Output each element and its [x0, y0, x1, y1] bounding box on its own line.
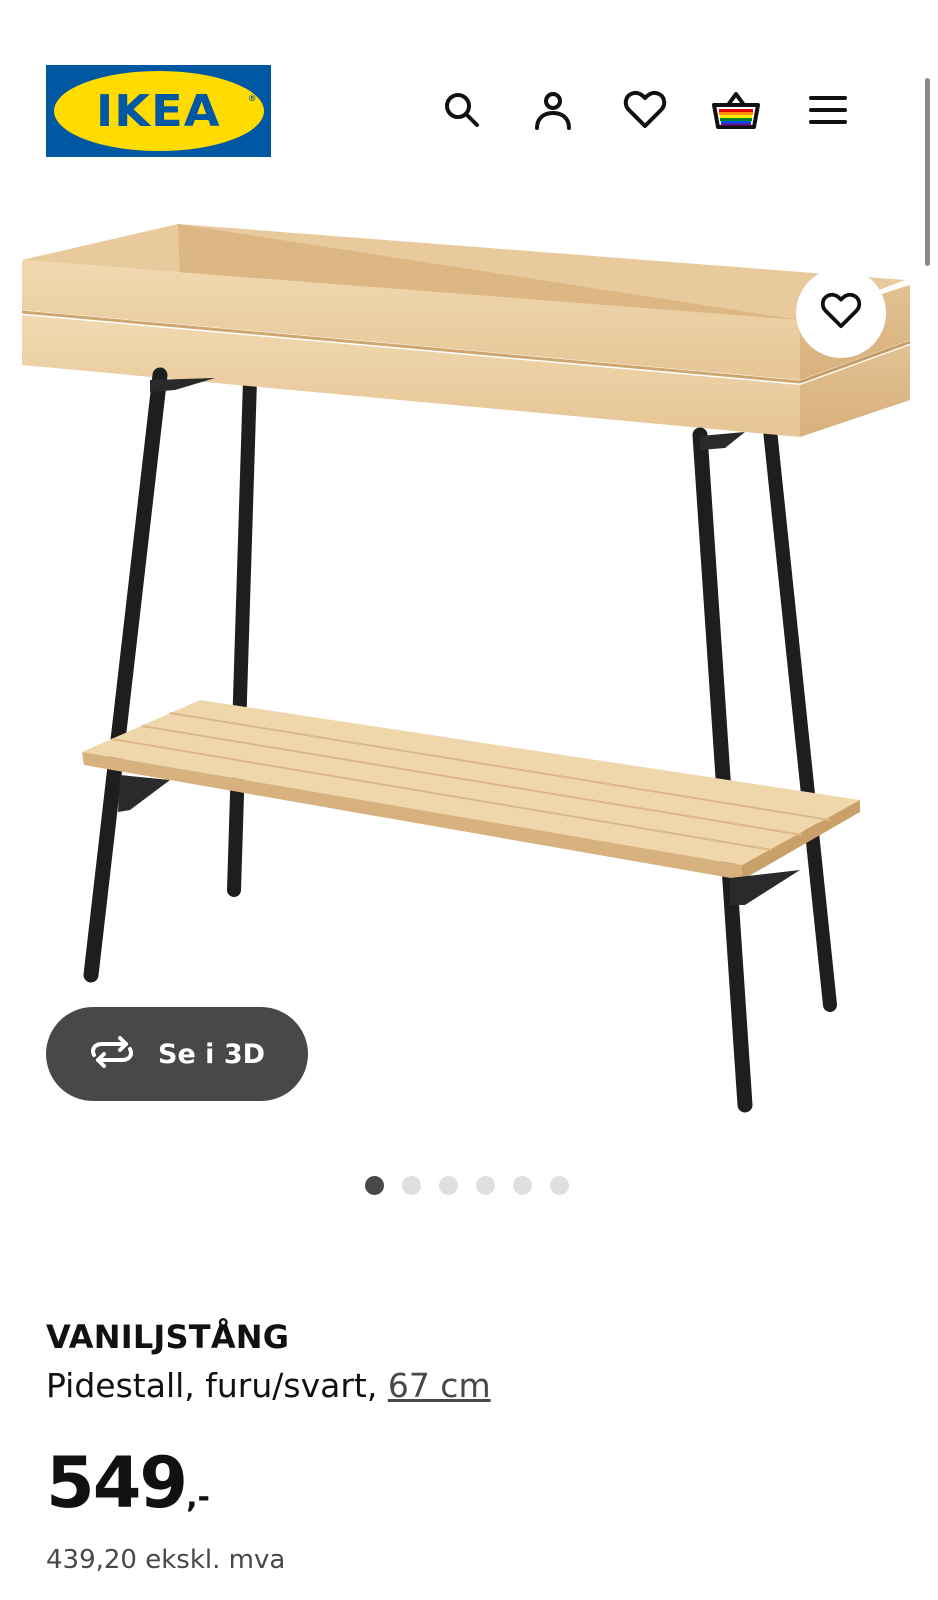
favourites-heart-icon[interactable] — [619, 84, 671, 136]
add-to-favourites-button[interactable] — [796, 268, 886, 358]
shopping-bag-icon[interactable] — [710, 84, 762, 136]
account-icon[interactable] — [527, 84, 579, 136]
ikea-logo[interactable]: IKEA ® — [46, 65, 271, 157]
carousel-dot-3[interactable] — [439, 1176, 458, 1195]
carousel-dot-5[interactable] — [513, 1176, 532, 1195]
rotate-3d-icon — [88, 1035, 136, 1074]
product-price: 549 ,- — [46, 1442, 210, 1524]
carousel-dot-6[interactable] — [550, 1176, 569, 1195]
carousel-dot-1[interactable] — [365, 1176, 384, 1195]
registered-mark: ® — [248, 93, 256, 103]
product-description-text: Pidestall, furu/svart, — [46, 1366, 388, 1405]
price-suffix: ,- — [186, 1480, 210, 1515]
view-in-3d-label: Se i 3D — [158, 1038, 266, 1070]
logo-text: IKEA — [96, 85, 221, 137]
product-description: Pidestall, furu/svart, 67 cm — [46, 1366, 491, 1405]
product-image[interactable] — [0, 200, 938, 1140]
carousel-dot-2[interactable] — [402, 1176, 421, 1195]
search-icon[interactable] — [436, 84, 488, 136]
logo-oval: IKEA ® — [53, 71, 264, 151]
image-carousel-dots — [365, 1176, 569, 1195]
view-in-3d-button[interactable]: Se i 3D — [46, 1007, 308, 1101]
menu-hamburger-icon[interactable] — [802, 84, 854, 136]
price-excluding-vat: 439,20 ekskl. mva — [46, 1545, 286, 1575]
price-integer: 549 — [46, 1442, 188, 1524]
product-size-link[interactable]: 67 cm — [388, 1366, 491, 1405]
heart-outline-icon — [820, 292, 862, 335]
carousel-dot-4[interactable] — [476, 1176, 495, 1195]
product-name: VANILJSTÅNG — [46, 1318, 290, 1356]
